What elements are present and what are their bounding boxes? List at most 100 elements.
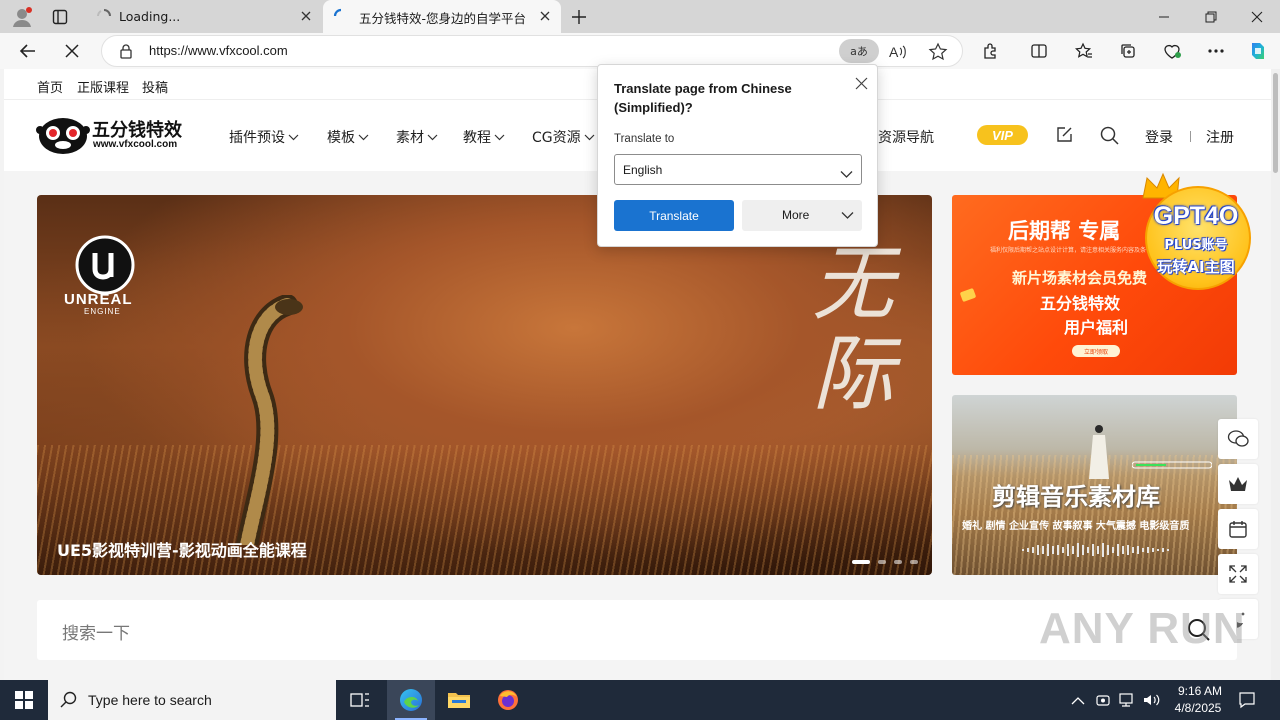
taskbar-search-placeholder[interactable]: Type here to search — [88, 692, 212, 708]
chevron-down-icon — [288, 134, 299, 140]
tab-loading[interactable]: Loading... — [86, 0, 322, 33]
search-icon[interactable] — [1100, 126, 1119, 149]
edit-icon[interactable] — [1055, 126, 1073, 148]
translate-popup: Translate page from Chinese (Simplified)… — [597, 64, 878, 247]
close-icon[interactable] — [851, 73, 871, 93]
favorite-star-icon[interactable] — [928, 42, 948, 66]
notifications-icon[interactable] — [1238, 691, 1256, 713]
url-text[interactable]: https://www.vfxcool.com — [149, 43, 288, 58]
banner-title: 剪辑音乐素材库 — [992, 483, 1160, 511]
tab-vfxcool[interactable]: 五分钱特效-您身边的自学平台 — [323, 0, 561, 34]
task-view-icon[interactable] — [336, 680, 384, 720]
banner-title: 后期帮 专属 — [1008, 219, 1121, 243]
nav-materials[interactable]: 素材 — [396, 127, 438, 147]
banner-line: 五分钱特效 — [1040, 294, 1121, 313]
language-select[interactable]: English — [614, 154, 862, 185]
nav-label: 插件预设 — [229, 130, 285, 146]
nav-tutorials[interactable]: 教程 — [463, 127, 505, 147]
carousel-dot[interactable] — [894, 560, 902, 564]
hero-calligraphy: 无际 — [812, 237, 894, 422]
nav-plugins[interactable]: 插件预设 — [229, 127, 299, 147]
topbar-link-home[interactable]: 首页 — [37, 77, 63, 96]
clock-time[interactable]: 9:16 AM — [1172, 684, 1228, 698]
carousel-dot[interactable] — [910, 560, 918, 564]
crown-icon[interactable] — [1218, 464, 1258, 504]
restore-icon[interactable] — [1199, 5, 1223, 29]
vip-badge[interactable]: VIP — [977, 125, 1028, 145]
login-link[interactable]: 登录 — [1145, 127, 1173, 147]
windows-taskbar: Type here to search 9:16 AM 4/8/2025 — [0, 680, 1280, 720]
edge-icon[interactable] — [387, 680, 435, 720]
volume-icon[interactable] — [1142, 692, 1160, 712]
more-label: More — [782, 208, 810, 222]
browser-essentials-icon[interactable] — [1158, 37, 1186, 65]
carousel-dot-active[interactable] — [852, 560, 870, 564]
site-logo[interactable]: 五分钱特效 www.vfxcool.com — [36, 114, 192, 156]
stop-loading-icon[interactable] — [58, 37, 86, 65]
copilot-icon[interactable] — [1244, 37, 1272, 65]
selected-language: English — [623, 163, 663, 177]
badge-line: PLUS账号 — [1164, 238, 1228, 253]
hero-caption[interactable]: UE5影视特训营-影视动画全能课程 — [57, 537, 307, 561]
promo-banner-music-library[interactable]: 剪辑音乐素材库 婚礼 剧情 企业宣传 故事叙事 大气震撼 电影级音质 — [952, 395, 1237, 575]
translate-button[interactable]: Translate — [614, 200, 734, 231]
new-tab-button[interactable] — [567, 5, 591, 29]
collections-icon[interactable] — [1114, 37, 1142, 65]
banner-line: 新片场素材会员免费 — [1012, 269, 1148, 287]
profile-avatar-icon[interactable] — [10, 5, 34, 29]
back-icon[interactable] — [14, 37, 42, 65]
page-scrollbar[interactable] — [1271, 69, 1280, 680]
address-bar[interactable]: https://www.vfxcool.com aあ A — [101, 35, 963, 67]
nav-cg-resources[interactable]: CG资源 — [532, 127, 595, 147]
carousel-dot[interactable] — [878, 560, 886, 564]
topbar-link-courses[interactable]: 正版课程 — [77, 77, 129, 96]
meet-now-icon[interactable] — [1095, 692, 1111, 712]
progress-indicator-icon — [1132, 461, 1212, 469]
tab-close-icon[interactable] — [537, 8, 553, 24]
read-aloud-icon[interactable]: A — [888, 42, 908, 66]
split-screen-icon[interactable] — [1025, 37, 1053, 65]
lock-icon[interactable] — [119, 43, 133, 63]
search-placeholder[interactable]: 搜索一下 — [62, 619, 130, 644]
badge-line: 玩转AI主图 — [1157, 258, 1235, 276]
workspaces-icon[interactable] — [48, 5, 72, 29]
windows-start-icon[interactable] — [0, 680, 48, 720]
topbar-link-submit[interactable]: 投稿 — [142, 77, 168, 96]
network-icon[interactable] — [1118, 692, 1136, 712]
calendar-icon[interactable] — [1218, 509, 1258, 549]
fullscreen-icon[interactable] — [1218, 554, 1258, 594]
tab-close-icon[interactable] — [298, 8, 314, 24]
chevron-down-icon — [427, 134, 438, 140]
translate-page-button[interactable]: aあ — [839, 39, 879, 63]
settings-more-icon[interactable] — [1202, 37, 1230, 65]
close-window-icon[interactable] — [1245, 5, 1269, 29]
banner-claim-button[interactable]: 立即领取 — [1072, 345, 1120, 357]
scrollbar-thumb[interactable] — [1273, 73, 1278, 173]
clock-date[interactable]: 4/8/2025 — [1168, 701, 1228, 715]
search-icon — [60, 691, 78, 713]
unreal-wordmark: UNREAL — [64, 291, 133, 308]
banner-line: 用户福利 — [1064, 318, 1129, 337]
more-button[interactable]: More — [742, 200, 862, 231]
translate-popup-title: Translate page from Chinese (Simplified)… — [614, 81, 792, 115]
person-figure — [1089, 425, 1109, 479]
browser-tab-strip: Loading... 五分钱特效-您身边的自学平台 — [0, 0, 1280, 34]
gpt4o-badge[interactable]: GPT4O PLUS账号 玩转AI主图 — [1137, 172, 1255, 292]
file-explorer-icon[interactable] — [435, 680, 483, 720]
ticket-icon — [960, 288, 976, 302]
register-link[interactable]: 注册 — [1206, 127, 1234, 147]
hero-carousel[interactable]: UNREAL ENGINE 无际 UE5影视特训营-影视动画全能课程 — [37, 195, 932, 575]
monkey-logo-icon — [36, 118, 90, 154]
engine-wordmark: ENGINE — [84, 307, 121, 316]
nav-templates[interactable]: 模板 — [327, 127, 369, 147]
translate-to-label: Translate to — [614, 133, 675, 145]
chevron-down-icon — [841, 209, 854, 223]
favorites-icon[interactable] — [1070, 37, 1098, 65]
extensions-icon[interactable] — [977, 37, 1005, 65]
minimize-icon[interactable] — [1152, 5, 1176, 29]
taskbar-search-box[interactable]: Type here to search — [48, 680, 336, 720]
wechat-icon[interactable] — [1218, 419, 1258, 459]
nav-resource-navigation[interactable]: 资源导航 — [878, 127, 934, 147]
firefox-icon[interactable] — [484, 680, 532, 720]
chevron-up-icon[interactable] — [1071, 693, 1085, 712]
